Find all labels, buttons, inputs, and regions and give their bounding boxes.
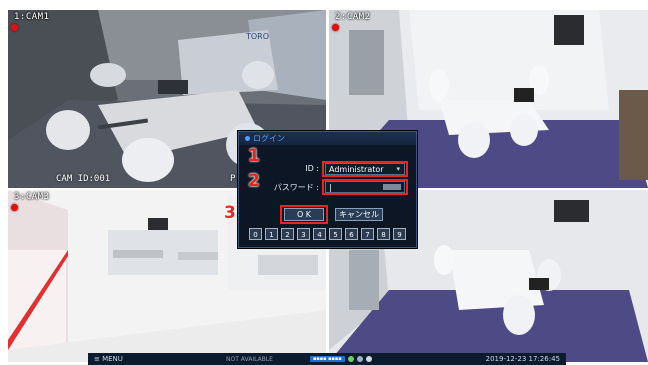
keypad-key-0[interactable]: 0 — [249, 228, 262, 240]
keypad-key-6[interactable]: 6 — [345, 228, 358, 240]
camera-2-label: 2:CAM2 — [335, 12, 371, 22]
highlight-box-ok — [280, 205, 328, 224]
network-status-badge: ▪▪▪▪ ▪▪▪▪ — [310, 356, 345, 362]
wall-sign: TORO — [246, 32, 270, 41]
keypad-key-7[interactable]: 7 — [361, 228, 374, 240]
keypad-key-4[interactable]: 4 — [313, 228, 326, 240]
camera-3-label: 3:CAM3 — [14, 192, 50, 202]
keypad-key-8[interactable]: 8 — [377, 228, 390, 240]
status-icons: ▪▪▪▪ ▪▪▪▪ — [304, 356, 378, 362]
password-label: パスワード : — [273, 183, 319, 192]
availability-text: NOT AVAILABLE — [226, 355, 273, 363]
step-marker-3: 3 — [224, 203, 236, 223]
dialog-title: ログイン — [253, 134, 285, 143]
highlight-box-password — [322, 179, 408, 195]
recording-indicator-icon — [11, 204, 18, 211]
keypad-key-2[interactable]: 2 — [281, 228, 294, 240]
recording-indicator-icon — [332, 24, 339, 31]
dialog-title-bar: ログイン — [239, 132, 416, 145]
hdd-status-icon — [347, 356, 354, 362]
menu-button[interactable]: ≡ MENU — [88, 355, 220, 363]
step-marker-2: 2 — [248, 171, 260, 191]
datetime-display: 2019-12-23 17:26:45 — [485, 355, 560, 363]
keypad-key-3[interactable]: 3 — [297, 228, 310, 240]
cancel-button[interactable]: キャンセル — [335, 208, 383, 221]
recording-indicator-icon — [11, 24, 18, 31]
keypad-key-1[interactable]: 1 — [265, 228, 278, 240]
login-dialog: ログイン ID : Administrator ▾ パスワード : | O K … — [238, 131, 417, 248]
camera-1-label: 1:CAM1 — [14, 12, 50, 22]
highlight-box-id — [322, 161, 408, 177]
numeric-keypad: 0 1 2 3 4 5 6 7 8 9 — [249, 228, 406, 240]
id-label: ID : — [305, 164, 319, 173]
user-icon — [365, 356, 372, 362]
step-marker-1: 1 — [248, 146, 260, 166]
keypad-key-5[interactable]: 5 — [329, 228, 342, 240]
status-taskbar: ≡ MENU NOT AVAILABLE ▪▪▪▪ ▪▪▪▪ 2019-12-2… — [88, 353, 566, 365]
network-icon — [356, 356, 363, 362]
keypad-key-9[interactable]: 9 — [393, 228, 406, 240]
login-icon — [245, 136, 250, 141]
camera-1-id-overlay: CAM ID:001 — [56, 174, 111, 184]
